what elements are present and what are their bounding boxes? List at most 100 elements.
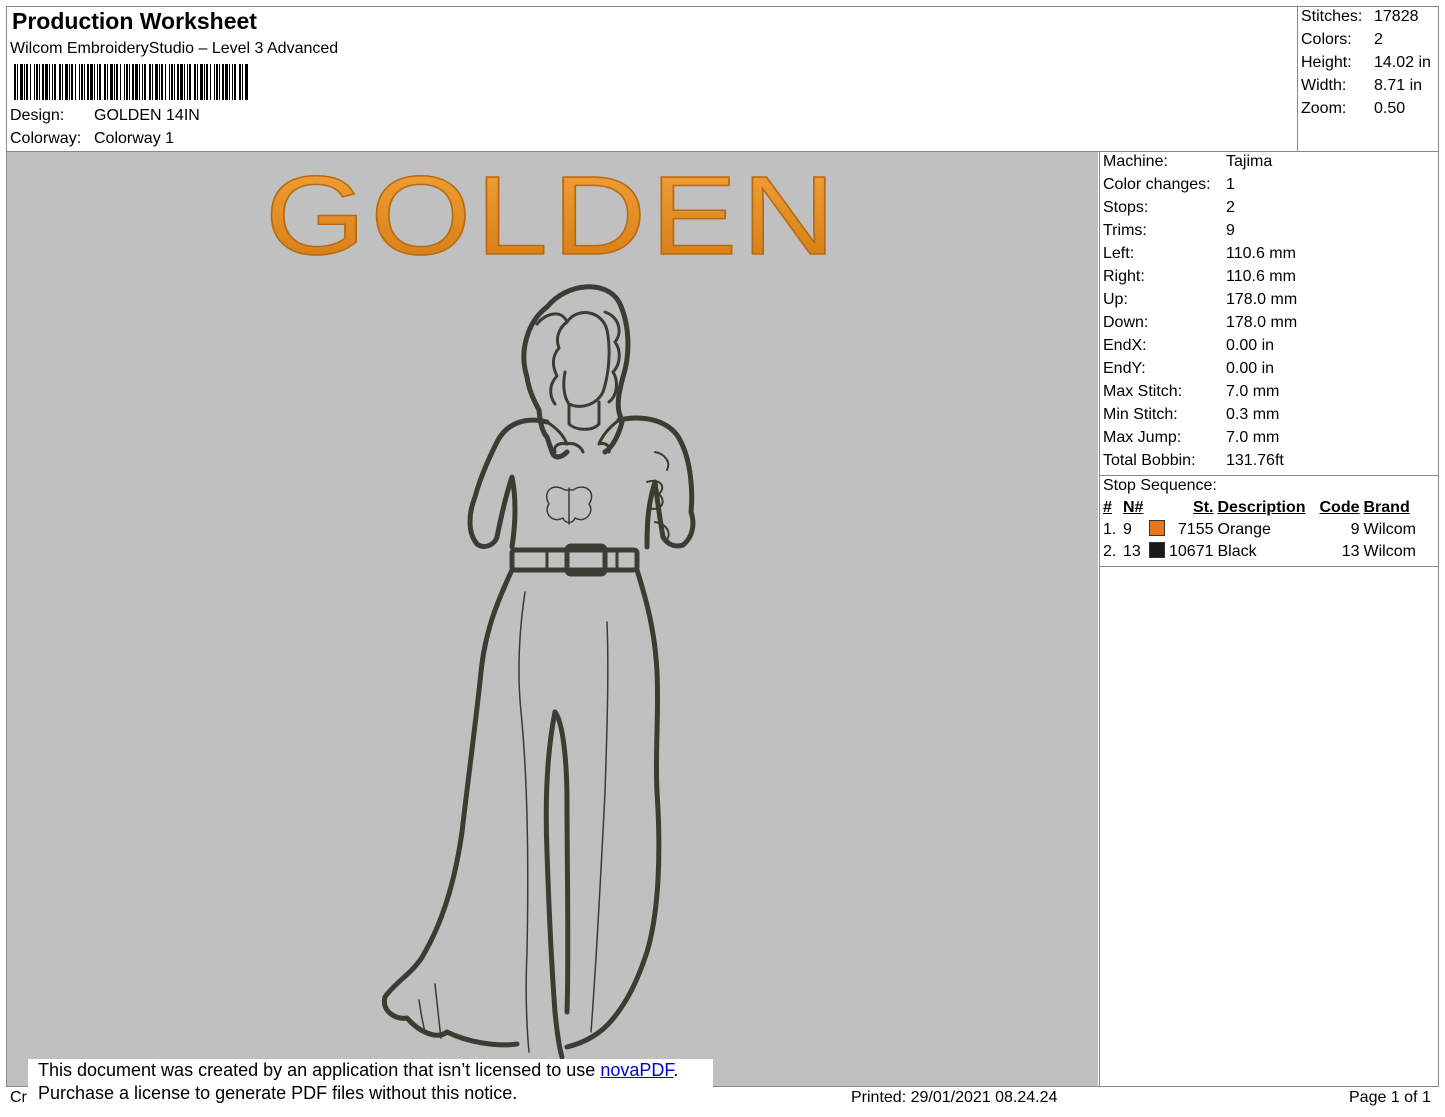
barcode-image — [14, 64, 248, 100]
info-value: 7.0 mm — [1226, 383, 1280, 400]
summary-label: Height: — [1301, 54, 1352, 71]
embroidery-preview-svg: GOLDEN — [264, 152, 840, 1060]
column-header: Description — [1217, 499, 1306, 516]
barcode-bar — [97, 64, 98, 100]
info-value: 2 — [1226, 199, 1235, 216]
barcode-bar — [87, 64, 89, 100]
barcode-bar — [187, 64, 188, 100]
barcode-bar — [126, 64, 128, 100]
barcode-bar — [165, 64, 166, 100]
barcode-bar — [171, 64, 173, 100]
design-label: Design: — [10, 107, 65, 124]
barcode-bar — [232, 64, 233, 100]
barcode-bar — [216, 64, 218, 100]
summary-label: Stitches: — [1301, 8, 1363, 25]
info-label: EndX: — [1103, 337, 1147, 354]
notice-line-1: This document was created by an applicat… — [38, 1059, 713, 1082]
notice-punct: . — [673, 1060, 679, 1080]
barcode-bar — [71, 64, 73, 100]
info-value: 131.76ft — [1226, 452, 1284, 469]
barcode-bar — [161, 64, 163, 100]
barcode-bar — [245, 64, 248, 100]
barcode-bar — [234, 64, 236, 100]
barcode-bar — [144, 64, 146, 100]
barcode-bar — [149, 64, 151, 100]
info-label: Machine: — [1103, 153, 1168, 170]
info-label: Trims: — [1103, 222, 1147, 239]
info-value: 7.0 mm — [1226, 429, 1280, 446]
design-value: GOLDEN 14IN — [94, 107, 200, 124]
info-label: Total Bobbin: — [1103, 452, 1196, 469]
barcode-bar — [210, 64, 211, 100]
barcode-bar — [142, 64, 143, 100]
software-name: Wilcom EmbroideryStudio – Level 3 Advanc… — [10, 40, 339, 57]
barcode-bar — [189, 64, 191, 100]
info-value: 0.3 mm — [1226, 406, 1280, 423]
info-value: 110.6 mm — [1226, 245, 1296, 262]
barcode-bar — [110, 64, 113, 100]
needle-number: 9 — [1123, 521, 1132, 538]
barcode-bar — [79, 64, 80, 100]
summary-value: 0.50 — [1374, 100, 1406, 117]
thread-brand: Wilcom — [1363, 521, 1416, 538]
barcode-bar — [184, 64, 185, 100]
novapdf-link[interactable]: novaPDF — [600, 1060, 673, 1080]
stops-divider — [1099, 566, 1439, 567]
info-divider — [1099, 475, 1439, 476]
barcode-bar — [24, 64, 25, 100]
barcode-bar — [42, 64, 44, 100]
stitch-count: 7155 — [1177, 521, 1214, 538]
summary-divider — [1297, 6, 1298, 151]
colorway-value: Colorway 1 — [94, 130, 175, 147]
barcode-bar — [14, 64, 16, 100]
barcode-bar — [214, 64, 215, 100]
barcode-bar — [139, 64, 140, 100]
stop-sequence-heading: Stop Sequence: — [1103, 477, 1217, 494]
summary-label: Zoom: — [1301, 100, 1347, 117]
barcode-bar — [194, 64, 196, 100]
barcode-bar — [36, 64, 38, 100]
barcode-bar — [239, 64, 241, 100]
info-label: Stops: — [1103, 199, 1149, 216]
notice-line-2: Purchase a license to generate PDF files… — [38, 1083, 518, 1103]
design-text: GOLDEN — [265, 153, 840, 278]
column-header: St. — [1193, 499, 1214, 516]
barcode-bar — [54, 64, 56, 100]
barcode-bar — [107, 64, 108, 100]
info-label: Max Stitch: — [1103, 383, 1183, 400]
barcode-bar — [152, 64, 153, 100]
barcode-bar — [84, 64, 85, 100]
info-label: Right: — [1103, 268, 1145, 285]
color-swatch — [1149, 542, 1165, 558]
table-header-row: # N# St. Description Code Brand — [1101, 497, 1418, 519]
barcode-bar — [65, 64, 68, 100]
colorway-label: Colorway: — [10, 130, 82, 147]
barcode-bar — [174, 64, 175, 100]
stitch-count: 10671 — [1169, 543, 1214, 560]
info-value: 110.6 mm — [1226, 268, 1296, 285]
summary-value: 2 — [1374, 31, 1383, 48]
barcode-bar — [177, 64, 179, 100]
barcode-bar — [20, 64, 23, 100]
summary-label: Colors: — [1301, 31, 1352, 48]
summary-label: Width: — [1301, 77, 1347, 94]
barcode-bar — [225, 64, 228, 100]
frame-top — [6, 6, 1439, 7]
barcode-bar — [59, 64, 61, 100]
barcode-bar — [124, 64, 125, 100]
info-label: EndY: — [1103, 360, 1146, 377]
barcode-bar — [94, 64, 95, 100]
thread-code: 9 — [1350, 521, 1360, 538]
barcode-bar — [206, 64, 208, 100]
barcode-bar — [30, 64, 31, 100]
info-value: 178.0 mm — [1226, 314, 1298, 331]
summary-value: 17828 — [1374, 8, 1419, 25]
barcode-bar — [180, 64, 183, 100]
barcode-bar — [155, 64, 158, 100]
color-swatch — [1149, 520, 1165, 536]
table-row: 2. 13 10671 Black 13 Wilcom — [1101, 541, 1418, 563]
design-preview: GOLDEN — [7, 152, 1098, 1086]
barcode-bar — [169, 64, 170, 100]
thread-code: 13 — [1341, 543, 1360, 560]
barcode-bar — [69, 64, 70, 100]
